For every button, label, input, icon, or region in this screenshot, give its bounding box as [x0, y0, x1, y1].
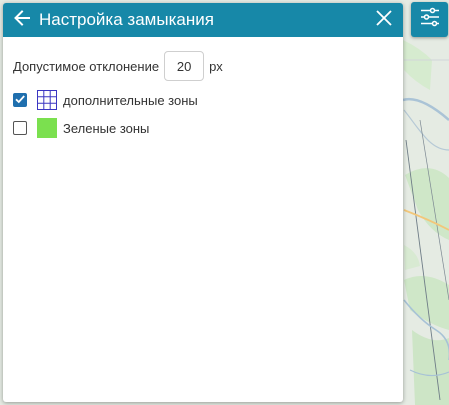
settings-tool-button[interactable] — [411, 2, 448, 37]
panel-body: Допустимое отклонение px дополнительные … — [3, 37, 403, 139]
panel-title: Настройка замыкания — [39, 10, 214, 29]
layer-item-green-zones[interactable]: Зеленые зоны — [13, 117, 393, 139]
layer-label-green-zones: Зеленые зоны — [63, 120, 150, 136]
tolerance-row: Допустимое отклонение px — [13, 50, 393, 82]
back-button[interactable] — [5, 3, 39, 37]
close-icon — [375, 9, 393, 32]
panel-header: Настройка замыкания — [3, 3, 403, 37]
layer-checkbox-green-zones[interactable] — [13, 121, 27, 135]
grid-swatch-icon — [37, 90, 57, 110]
tolerance-unit: px — [209, 58, 223, 74]
arrow-left-icon — [12, 8, 32, 33]
sliders-icon — [418, 5, 442, 34]
snapping-settings-panel: Настройка замыкания Допустимое отклонени… — [3, 3, 403, 402]
solid-swatch-icon — [37, 118, 57, 138]
layer-item-additional-zones[interactable]: дополнительные зоны — [13, 89, 393, 111]
layer-label-additional-zones: дополнительные зоны — [63, 92, 198, 108]
tolerance-label: Допустимое отклонение — [13, 58, 160, 74]
tolerance-input[interactable] — [164, 51, 205, 81]
close-button[interactable] — [367, 3, 401, 37]
check-icon — [14, 93, 26, 108]
layer-checkbox-additional-zones[interactable] — [13, 93, 27, 107]
